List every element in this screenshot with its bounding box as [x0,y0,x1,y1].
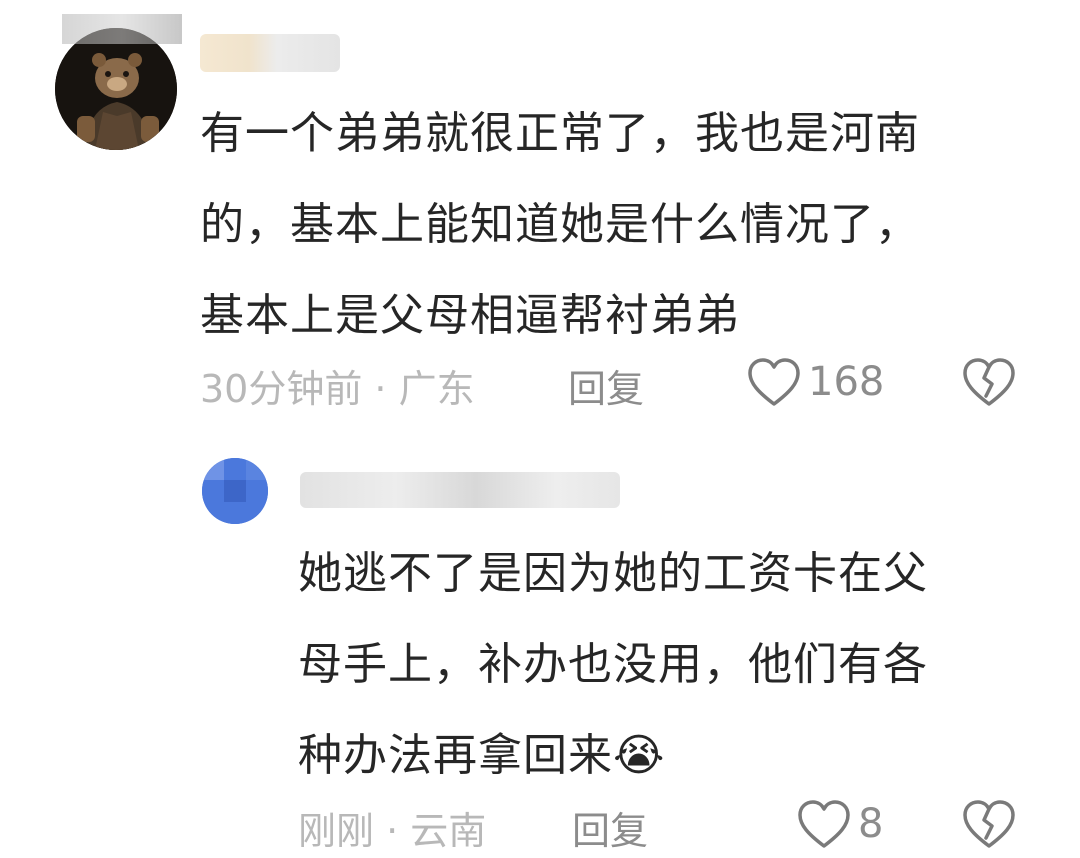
bear-avatar-icon [55,28,177,150]
broken-heart-icon [963,358,1015,406]
reply-button[interactable]: 回复 [572,800,648,855]
comment-1: 有一个弟弟就很正常了，我也是河南 的，基本上能知道她是什么情况了， 基本上是父母… [0,0,1080,440]
user-avatar[interactable] [55,28,177,150]
comment-meta: 刚刚 · 云南 [298,809,487,853]
blurred-top-patch [62,14,182,44]
username-blurred[interactable] [200,34,340,72]
like-count: 8 [858,801,884,847]
username-blurred[interactable] [300,472,620,508]
comment-text: 有一个弟弟就很正常了，我也是河南 的，基本上能知道她是什么情况了， 基本上是父母… [200,108,920,341]
comment-meta: 30分钟前 · 广东 [200,367,475,411]
heart-icon [748,358,800,406]
user-avatar[interactable] [202,458,268,524]
dislike-button[interactable] [962,356,1016,412]
blue-avatar-icon [202,458,268,524]
dislike-button[interactable] [962,798,1016,854]
reply-button[interactable]: 回复 [568,358,644,413]
like-button[interactable]: 168 [746,356,884,408]
comment-text: 她逃不了是因为她的工资卡在父 母手上，补办也没用，他们有各 种办法再拿回来😭 [298,548,928,781]
broken-heart-icon [963,800,1015,848]
heart-icon [798,800,850,848]
like-button[interactable]: 8 [796,798,883,850]
like-count: 168 [808,359,885,405]
comment-2: 她逃不了是因为她的工资卡在父 母手上，补办也没用，他们有各 种办法再拿回来😭 刚… [0,440,1080,858]
